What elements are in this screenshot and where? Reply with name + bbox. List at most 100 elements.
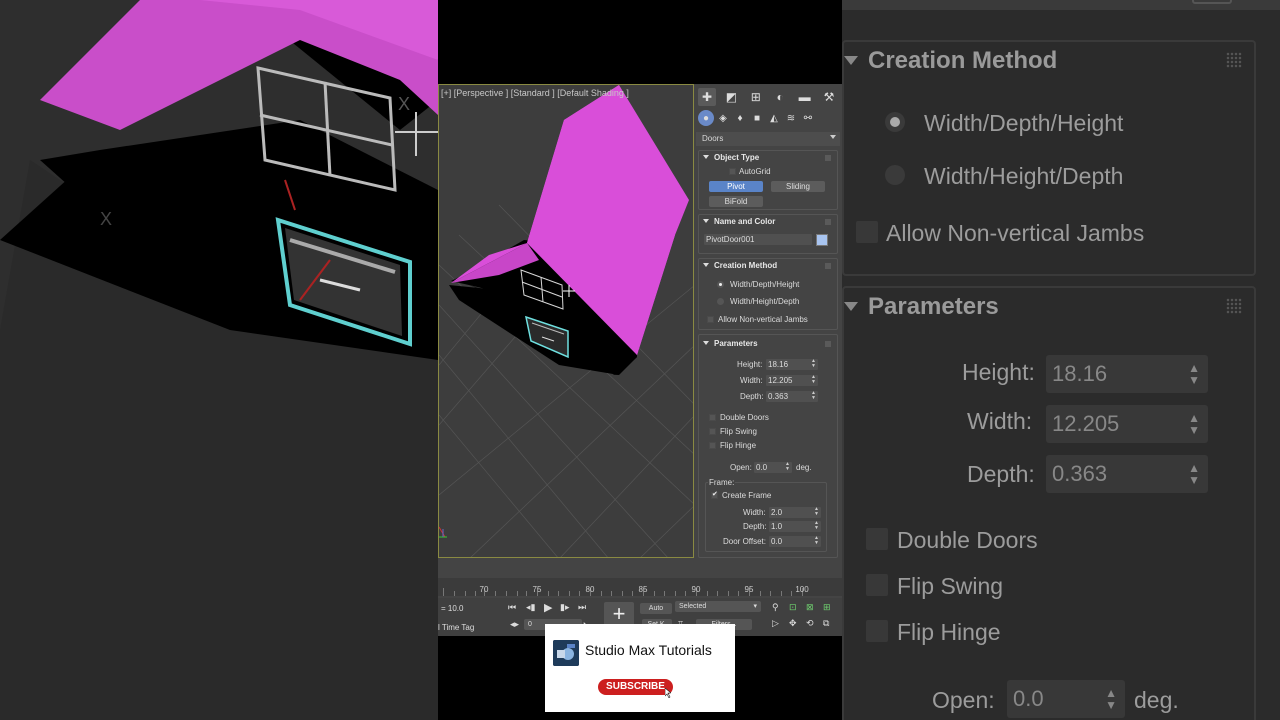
frame-width-spinner[interactable]: 2.0 ▲ ▼ <box>769 507 821 518</box>
screen: X X Creation Method Width/Depth/Height W… <box>0 0 1280 720</box>
name-color-header[interactable]: Name and Color <box>703 217 775 226</box>
geometry-icon[interactable]: ● <box>698 110 714 126</box>
zoomed-depth-spinner: 0.363 ▲ ▼ <box>1046 455 1208 493</box>
door-offset-spinner[interactable]: 0.0 ▲ ▼ <box>769 536 821 547</box>
flip-swing-checkbox[interactable] <box>709 428 716 435</box>
pivot-button[interactable]: Pivot <box>709 181 763 192</box>
modify-tab-icon[interactable]: ◩ <box>722 88 740 106</box>
height-label: Height: <box>737 360 763 369</box>
zoomed-spinner-arrows-icon: ▲ ▼ <box>1188 361 1200 387</box>
create-frame-checkbox[interactable] <box>711 490 718 499</box>
object-name-field[interactable]: PivotDoor001 <box>704 234 812 245</box>
viewport-label[interactable]: [+] [Perspective ] [Standard ] [Default … <box>441 88 629 98</box>
spacewarps-icon[interactable]: ≋ <box>783 110 799 126</box>
object-type-header[interactable]: Object Type <box>703 153 759 162</box>
zoomed-spinner-arrows-icon-4: ▲ ▼ <box>1105 686 1117 712</box>
subscribe-button[interactable]: SUBSCRIBE <box>598 679 673 695</box>
width-spinner[interactable]: 12.205 ▲ ▼ <box>766 375 818 386</box>
zoomed-width-spinner: 12.205 ▲ ▼ <box>1046 405 1208 443</box>
zoomed-width-value: 12.205 <box>1052 411 1120 436</box>
go-to-start-icon[interactable]: ⏮ <box>508 602 516 613</box>
creation-method-header[interactable]: Creation Method <box>703 261 777 270</box>
zoomed-allow-jambs: Allow Non-vertical Jambs <box>886 220 1145 246</box>
depth-value: 0.363 <box>768 392 789 401</box>
double-doors-label: Double Doors <box>720 413 769 422</box>
double-doors-checkbox[interactable] <box>709 414 716 421</box>
fov-icon[interactable]: ▷ <box>772 618 779 629</box>
flip-hinge-checkbox[interactable] <box>709 442 716 449</box>
creation-method-rollout: Creation Method Width/Depth/Height Width… <box>698 258 838 330</box>
zoomed-spinner-arrows-icon-3: ▲ ▼ <box>1188 461 1200 487</box>
zoom-icon[interactable]: ⚲ <box>772 602 779 613</box>
zoom-all-icon[interactable]: ⊡ <box>789 602 797 613</box>
shapes-icon[interactable]: ◈ <box>715 110 731 126</box>
radio-width-depth-height[interactable] <box>717 281 724 288</box>
utilities-tab-icon[interactable]: ⚒ <box>820 88 838 106</box>
hierarchy-tab-icon[interactable]: ⊞ <box>747 88 765 106</box>
auto-key-button[interactable]: Auto <box>640 603 672 614</box>
zoomed-height-label: Height: <box>962 359 1035 385</box>
tick-label: 90 <box>691 585 701 594</box>
systems-icon[interactable]: ⚯ <box>800 110 816 126</box>
zoomed-grip-icon <box>1226 52 1242 68</box>
lights-icon[interactable]: ♦ <box>732 110 748 126</box>
depth-spinner[interactable]: 0.363 ▲ ▼ <box>766 391 818 402</box>
pan-icon[interactable]: ✥ <box>789 618 797 629</box>
scene-render <box>439 85 693 557</box>
selected-label: Selected <box>679 603 707 610</box>
go-to-end-icon[interactable]: ⏭ <box>578 602 586 613</box>
timeline[interactable]: 70 75 80 85 90 95 100 <box>438 558 842 598</box>
create-tab-icon[interactable]: ✚ <box>698 88 716 106</box>
cameras-icon[interactable]: ■ <box>749 110 765 126</box>
object-color-swatch[interactable] <box>816 234 828 246</box>
open-spinner[interactable]: 0.0 ▲ ▼ <box>754 462 792 473</box>
perspective-viewport[interactable]: [+] [Perspective ] [Standard ] [Default … <box>438 84 694 558</box>
key-filter-select[interactable]: Selected ▾ <box>675 601 761 612</box>
category-dropdown[interactable]: Doors <box>696 132 840 146</box>
zoomed-parameters-title: Parameters <box>868 293 999 320</box>
zoomed-height-value: 18.16 <box>1052 361 1108 386</box>
helpers-icon[interactable]: ◭ <box>766 110 782 126</box>
tick <box>654 591 655 596</box>
zoomed-width-label: Width: <box>967 408 1033 434</box>
command-panel: ✚ ◩ ⊞ ◐ ▬ ⚒ ● ◈ ♦ ■ ◭ ≋ ⚯ Doors Object T… <box>694 84 842 558</box>
channel-logo <box>553 640 579 666</box>
zoom-extents-icon[interactable]: ⊠ <box>806 602 814 613</box>
display-tab-icon[interactable]: ▬ <box>796 88 814 106</box>
tick-label: 95 <box>744 585 754 594</box>
zoomed-height-spinner: 18.16 ▲ ▼ <box>1046 355 1208 393</box>
tick <box>781 591 782 596</box>
zoom-extents-all-icon[interactable]: ⊞ <box>823 602 831 613</box>
zoomed-expand-arrow-icon-2 <box>844 302 858 311</box>
bifold-button[interactable]: BiFold <box>709 196 763 207</box>
chevron-down-icon <box>830 135 836 139</box>
zoomed-depth-value: 0.363 <box>1052 461 1108 486</box>
next-frame-icon[interactable]: ▮▸ <box>560 602 569 613</box>
zoomed-open-label: Open: <box>932 687 995 713</box>
previous-frame-icon[interactable]: ◂▮ <box>526 602 535 613</box>
open-value: 0.0 <box>756 463 768 472</box>
zoomed-flip-swing: Flip Swing <box>897 573 1004 599</box>
parameters-header[interactable]: Parameters <box>703 339 758 348</box>
zoomed-scene: X X <box>0 0 438 720</box>
tick <box>558 591 559 596</box>
command-panel-tabs: ✚ ◩ ⊞ ◐ ▬ ⚒ <box>698 88 838 108</box>
play-icon[interactable]: ▶ <box>544 601 552 614</box>
tick <box>579 591 580 596</box>
time-tag[interactable]: l Time Tag <box>438 623 474 632</box>
orbit-icon[interactable]: ⟲ <box>806 618 814 629</box>
motion-tab-icon[interactable]: ◐ <box>771 88 789 106</box>
sliding-button[interactable]: Sliding <box>771 181 825 192</box>
channel-logo-graphic <box>553 640 579 666</box>
tick-label: 70 <box>479 585 489 594</box>
zoomed-opt-whd: Width/Height/Depth <box>924 163 1124 189</box>
maximize-viewport-icon[interactable]: ⧉ <box>823 618 829 629</box>
frame-label: Frame: <box>708 478 736 487</box>
key-mode-icon[interactable]: ◂▸ <box>510 619 519 630</box>
allow-jambs-checkbox[interactable] <box>707 316 714 323</box>
radio-width-height-depth[interactable] <box>717 298 724 305</box>
frame-depth-spinner[interactable]: 1.0 ▲ ▼ <box>769 521 821 532</box>
autogrid-checkbox[interactable] <box>729 168 736 175</box>
height-spinner[interactable]: 18.16 ▲ ▼ <box>766 359 818 370</box>
zoomed-opt-wdh: Width/Depth/Height <box>924 110 1124 136</box>
